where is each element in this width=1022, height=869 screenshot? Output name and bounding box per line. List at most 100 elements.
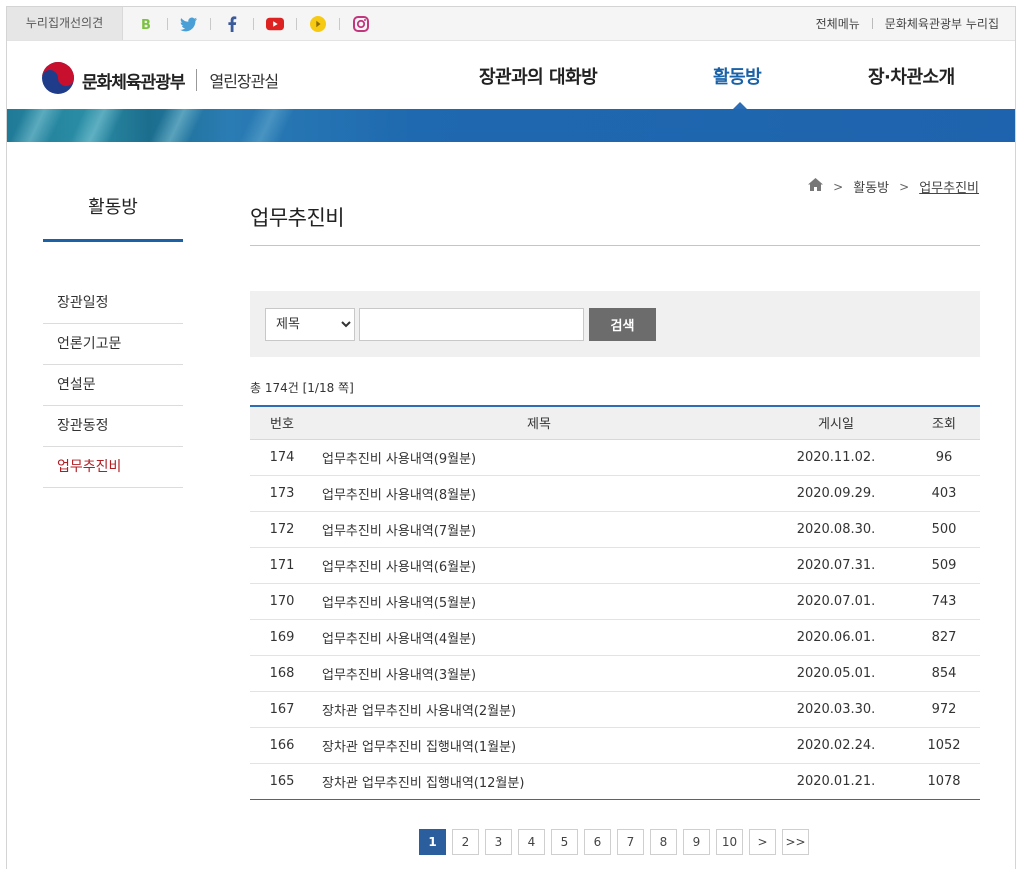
last-page-button[interactable]: >> <box>782 829 809 855</box>
row-number: 167 <box>250 691 314 728</box>
search-input[interactable] <box>359 308 584 341</box>
table-row[interactable]: 171 업무추진비 사용내역(6월분) 2020.07.31. 509 <box>250 547 980 584</box>
utility-links: 전체메뉴 문화체육관광부 누리집 <box>816 7 999 40</box>
row-title-link[interactable]: 업무추진비 사용내역(7월분) <box>314 511 764 548</box>
result-count: 총 174건 [1/18 쪽] <box>250 381 354 395</box>
row-views: 509 <box>908 547 980 584</box>
page-link[interactable]: 10 <box>716 829 743 855</box>
breadcrumb-item[interactable]: 활동방 <box>853 177 889 196</box>
header-views: 조회 <box>908 406 980 440</box>
twitter-icon[interactable] <box>180 15 198 33</box>
row-date: 2020.11.02. <box>764 439 908 476</box>
page-link[interactable]: 3 <box>485 829 512 855</box>
divider <box>296 18 297 30</box>
row-date: 2020.09.29. <box>764 475 908 512</box>
breadcrumb-current[interactable]: 업무추진비 <box>919 177 979 196</box>
row-title-link[interactable]: 업무추진비 사용내역(6월분) <box>314 547 764 584</box>
logo-divider <box>196 69 198 91</box>
divider <box>210 18 211 30</box>
row-title-link[interactable]: 장차관 업무추진비 사용내역(2월분) <box>314 691 764 728</box>
instagram-icon[interactable] <box>352 15 370 33</box>
row-date: 2020.07.01. <box>764 583 908 620</box>
row-title-link[interactable]: 장차관 업무추진비 집행내역(12월분) <box>314 763 764 799</box>
table-row[interactable]: 172 업무추진비 사용내역(7월분) 2020.08.30. 500 <box>250 511 980 548</box>
page-link[interactable]: 9 <box>683 829 710 855</box>
row-number: 170 <box>250 583 314 620</box>
breadcrumb: > 활동방 > 업무추진비 <box>808 177 979 196</box>
row-number: 172 <box>250 511 314 548</box>
utility-bar: 누리집개선의견 B 전체메뉴 문화체육관광부 누리집 <box>7 7 1015 41</box>
table-row[interactable]: 170 업무추진비 사용내역(5월분) 2020.07.01. 743 <box>250 583 980 620</box>
gnb-item-activity[interactable]: 활동방 <box>713 42 762 110</box>
page-link[interactable]: 6 <box>584 829 611 855</box>
next-page-button[interactable]: > <box>749 829 776 855</box>
header-date: 게시일 <box>764 406 908 440</box>
table-row[interactable]: 167 장차관 업무추진비 사용내역(2월분) 2020.03.30. 972 <box>250 691 980 728</box>
banner-stripe <box>9 109 65 142</box>
blog-icon[interactable]: B <box>137 15 155 33</box>
table-row[interactable]: 174 업무추진비 사용내역(9월분) 2020.11.02. 96 <box>250 439 980 476</box>
gnb-item-conversation[interactable]: 장관과의 대화방 <box>479 42 598 110</box>
table-row[interactable]: 169 업무추진비 사용내역(4월분) 2020.06.01. 827 <box>250 619 980 656</box>
home-icon[interactable] <box>808 178 824 195</box>
row-title-link[interactable]: 업무추진비 사용내역(8월분) <box>314 475 764 512</box>
header-number: 번호 <box>250 406 314 440</box>
pagination: 1 2 3 4 5 6 7 8 9 10 > >> <box>419 829 815 855</box>
chevron-right-icon: > <box>833 179 844 194</box>
header-banner <box>7 109 1015 142</box>
table-row[interactable]: 166 장차관 업무추진비 집행내역(1월분) 2020.02.24. 1052 <box>250 727 980 764</box>
row-number: 165 <box>269 773 295 789</box>
row-title-link[interactable]: 장차관 업무추진비 집행내역(1월분) <box>314 727 764 764</box>
chevron-right-icon: > <box>899 179 910 194</box>
header-title: 제목 <box>314 406 764 440</box>
row-title-link[interactable]: 업무추진비 사용내역(9월분) <box>314 439 764 476</box>
divider <box>167 18 168 30</box>
gnb-item-introduction[interactable]: 장·차관소개 <box>868 42 955 110</box>
page-link[interactable]: 4 <box>518 829 545 855</box>
table-header-row: 번호 제목 게시일 조회 <box>250 406 980 440</box>
search-type-select[interactable]: 제목 <box>265 308 355 341</box>
youtube-icon[interactable] <box>266 15 284 33</box>
row-number: 171 <box>250 547 314 584</box>
page-current[interactable]: 1 <box>419 829 446 855</box>
page-frame: 누리집개선의견 B 전체메뉴 문화체육관광부 누리집 문화체육관광부 열린장관실… <box>6 6 1016 869</box>
sidebar-item-news[interactable]: 장관동정 <box>43 406 183 447</box>
sidebar-item-schedule[interactable]: 장관일정 <box>43 283 183 324</box>
facebook-icon[interactable] <box>223 15 241 33</box>
svg-text:B: B <box>141 18 151 31</box>
sidebar-item-expenses[interactable]: 업무추진비 <box>43 447 183 488</box>
logo[interactable]: 문화체육관광부 열린장관실 <box>42 62 279 98</box>
banner-stripe <box>239 109 295 142</box>
banner-stripe <box>69 109 125 142</box>
page-link[interactable]: 8 <box>650 829 677 855</box>
all-menu-link[interactable]: 전체메뉴 <box>816 15 860 32</box>
sidebar-menu: 장관일정 언론기고문 연설문 장관동정 업무추진비 <box>43 283 183 488</box>
row-title-link[interactable]: 업무추진비 사용내역(3월분) <box>314 655 764 692</box>
row-views: 972 <box>908 691 980 728</box>
row-date: 2020.01.21. <box>796 773 876 789</box>
page-link[interactable]: 2 <box>452 829 479 855</box>
sidebar-item-speeches[interactable]: 연설문 <box>43 365 183 406</box>
page-link[interactable]: 7 <box>617 829 644 855</box>
page-link[interactable]: 5 <box>551 829 578 855</box>
feedback-link[interactable]: 누리집개선의견 <box>7 7 123 40</box>
row-date: 2020.02.24. <box>764 727 908 764</box>
search-button[interactable]: 검색 <box>589 308 656 341</box>
table-row[interactable]: 168 업무추진비 사용내역(3월분) 2020.05.01. 854 <box>250 655 980 692</box>
row-number: 168 <box>250 655 314 692</box>
row-views: 827 <box>908 619 980 656</box>
ministry-site-link[interactable]: 문화체육관광부 누리집 <box>885 15 999 32</box>
divider <box>339 18 340 30</box>
row-title-link[interactable]: 업무추진비 사용내역(4월분) <box>314 619 764 656</box>
table-row[interactable]: 173 업무추진비 사용내역(8월분) 2020.09.29. 403 <box>250 475 980 512</box>
table-row[interactable]: 165 장차관 업무추진비 집행내역(12월분) 2020.01.21. 1078 <box>250 763 980 799</box>
row-views: 1052 <box>908 727 980 764</box>
logo-name: 문화체육관광부 <box>82 72 185 93</box>
sidebar-item-press-articles[interactable]: 언론기고문 <box>43 324 183 365</box>
row-views: 403 <box>908 475 980 512</box>
logo-subtitle: 열린장관실 <box>209 72 279 91</box>
row-title-link[interactable]: 업무추진비 사용내역(5월분) <box>314 583 764 620</box>
kakao-story-icon[interactable] <box>309 15 327 33</box>
row-date: 2020.06.01. <box>764 619 908 656</box>
title-divider <box>250 245 980 246</box>
